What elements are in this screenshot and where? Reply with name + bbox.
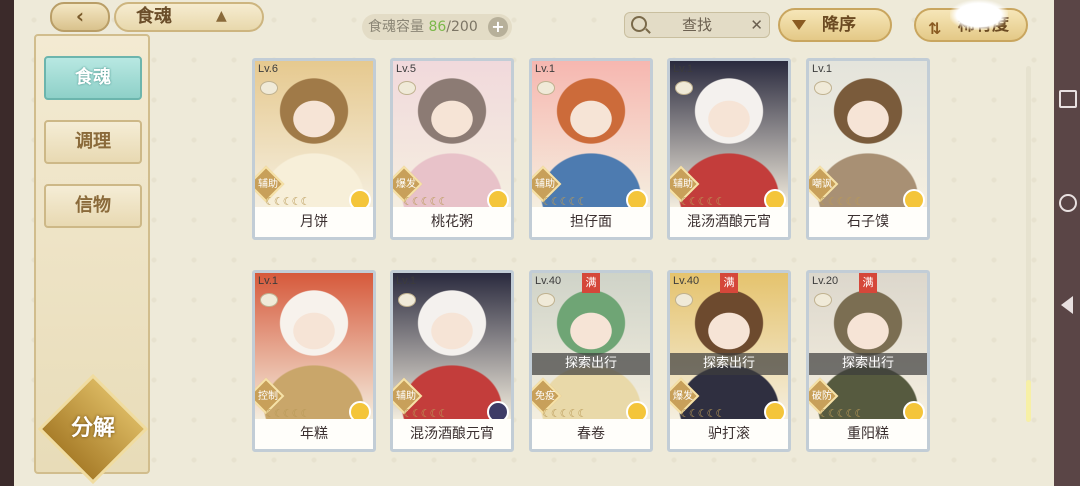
exploring-status: 探索出行 bbox=[532, 353, 650, 375]
max-badge: 满 bbox=[582, 273, 600, 293]
dish-icon bbox=[537, 81, 555, 95]
card-name: 混汤酒酿元宵 bbox=[670, 207, 788, 237]
food-soul-card[interactable]: Lv.1 嘲讽 ☾☾☾☾☾ 石子馍 bbox=[806, 58, 930, 240]
dish-icon bbox=[398, 81, 416, 95]
scrollbar-track[interactable] bbox=[1026, 66, 1031, 422]
recent-apps-icon[interactable] bbox=[1059, 90, 1077, 108]
page-title: 食魂 bbox=[114, 2, 264, 32]
triangle-down-icon bbox=[792, 20, 806, 30]
role-label: 免疫 bbox=[535, 391, 555, 402]
sidebar-item-food-soul[interactable]: 食魂 bbox=[44, 56, 142, 100]
max-badge: 满 bbox=[859, 273, 877, 293]
exploring-status: 探索出行 bbox=[809, 353, 927, 375]
role-label: 爆发 bbox=[396, 179, 416, 190]
card-name: 混汤酒酿元宵 bbox=[393, 419, 511, 449]
level-label: Lv.40 bbox=[535, 275, 562, 287]
dish-icon bbox=[260, 81, 278, 95]
sort-icon: ⇅ bbox=[928, 19, 942, 38]
food-soul-card[interactable]: Lv.1 控制 ☾☾☾☾☾ 年糕 bbox=[252, 270, 376, 452]
dish-icon bbox=[675, 293, 693, 307]
card-name: 年糕 bbox=[255, 419, 373, 449]
sort-order-label: 降序 bbox=[822, 15, 856, 35]
level-label: Lv.1 bbox=[673, 63, 693, 75]
capacity-max: /200 bbox=[446, 19, 478, 35]
level-label: Lv.1 bbox=[535, 63, 555, 75]
capacity-label: 食魂容量 bbox=[368, 19, 424, 35]
food-soul-card[interactable]: Lv.40 满 探索出行 爆发 ☾☾☾☾☾ 驴打滚 bbox=[667, 270, 791, 452]
decompose-label: 分解 bbox=[70, 416, 115, 441]
food-soul-card[interactable]: Lv.40 满 探索出行 免疫 ☾☾☾☾☾ 春卷 bbox=[529, 270, 653, 452]
food-soul-card[interactable]: Lv.1 辅助 ☾☾☾☾☾ 混汤酒酿元宵 bbox=[390, 270, 514, 452]
level-label: Lv.1 bbox=[396, 275, 416, 287]
back-icon[interactable] bbox=[1061, 296, 1073, 314]
sidebar-item-label: 调理 bbox=[75, 131, 111, 152]
sidebar: 食魂 调理 信物 分解 bbox=[34, 34, 150, 485]
sidebar-item-label: 信物 bbox=[75, 195, 111, 216]
level-label: Lv.5 bbox=[396, 63, 416, 75]
exploring-status: 探索出行 bbox=[670, 353, 788, 375]
food-soul-card[interactable]: Lv.5 爆发 ☾☾☾☾☾ 桃花粥 bbox=[390, 58, 514, 240]
dish-icon bbox=[398, 293, 416, 307]
card-name: 驴打滚 bbox=[670, 419, 788, 449]
card-name: 月饼 bbox=[255, 207, 373, 237]
role-label: 破防 bbox=[812, 391, 832, 402]
crown-icon: ▲ bbox=[216, 8, 227, 24]
level-label: Lv.20 bbox=[812, 275, 839, 287]
overlay-glare bbox=[950, 0, 1008, 30]
role-label: 爆发 bbox=[673, 391, 693, 402]
search-label: 查找 bbox=[681, 16, 712, 34]
search-input[interactable]: 查找 ✕ bbox=[624, 12, 770, 38]
food-soul-card[interactable]: Lv.1 辅助 ☾☾☾☾☾ 担仔面 bbox=[529, 58, 653, 240]
level-label: Lv.1 bbox=[812, 63, 832, 75]
role-label: 控制 bbox=[258, 391, 278, 402]
capacity-current: 86 bbox=[428, 19, 447, 35]
card-name: 担仔面 bbox=[532, 207, 650, 237]
dish-icon bbox=[260, 293, 278, 307]
close-icon[interactable]: ✕ bbox=[750, 13, 763, 37]
dish-icon bbox=[675, 81, 693, 95]
food-soul-card[interactable]: Lv.20 满 探索出行 破防 ☾☾☾☾☾ 重阳糕 bbox=[806, 270, 930, 452]
max-badge: 满 bbox=[720, 273, 738, 293]
role-label: 辅助 bbox=[535, 179, 555, 190]
sort-order-button[interactable]: 降序 bbox=[778, 8, 892, 42]
card-name: 石子馍 bbox=[809, 207, 927, 237]
home-icon[interactable] bbox=[1059, 194, 1077, 212]
food-soul-card[interactable]: Lv.1 辅助 ☾☾☾☾☾ 混汤酒酿元宵 bbox=[667, 58, 791, 240]
dish-icon bbox=[814, 81, 832, 95]
scrollbar-thumb[interactable] bbox=[1026, 380, 1031, 422]
page-title-label: 食魂 bbox=[136, 6, 172, 27]
level-label: Lv.40 bbox=[673, 275, 700, 287]
level-label: Lv.1 bbox=[258, 275, 278, 287]
dish-icon bbox=[537, 293, 555, 307]
role-label: 辅助 bbox=[673, 179, 693, 190]
add-capacity-button[interactable]: + bbox=[488, 17, 508, 37]
card-name: 重阳糕 bbox=[809, 419, 927, 449]
card-name: 春卷 bbox=[532, 419, 650, 449]
sidebar-item-token[interactable]: 信物 bbox=[44, 184, 142, 228]
search-icon bbox=[631, 16, 647, 32]
top-bar: ‹ 食魂 ▲ 食魂容量 86/200 + 查找 ✕ 降序 ⇅ 稀有度 bbox=[14, 0, 1054, 42]
screen-edge-left bbox=[0, 0, 14, 486]
level-label: Lv.6 bbox=[258, 63, 278, 75]
sidebar-item-cook[interactable]: 调理 bbox=[44, 120, 142, 164]
dish-icon bbox=[814, 293, 832, 307]
role-label: 辅助 bbox=[258, 179, 278, 190]
card-name: 桃花粥 bbox=[393, 207, 511, 237]
food-soul-card[interactable]: Lv.6 辅助 ☾☾☾☾☾ 月饼 bbox=[252, 58, 376, 240]
role-label: 嘲讽 bbox=[812, 179, 832, 190]
sidebar-item-label: 食魂 bbox=[75, 67, 111, 88]
back-button[interactable]: ‹ bbox=[50, 2, 110, 32]
role-label: 辅助 bbox=[396, 391, 416, 402]
system-nav-bar bbox=[1054, 0, 1080, 486]
capacity-indicator: 食魂容量 86/200 + bbox=[362, 14, 512, 40]
